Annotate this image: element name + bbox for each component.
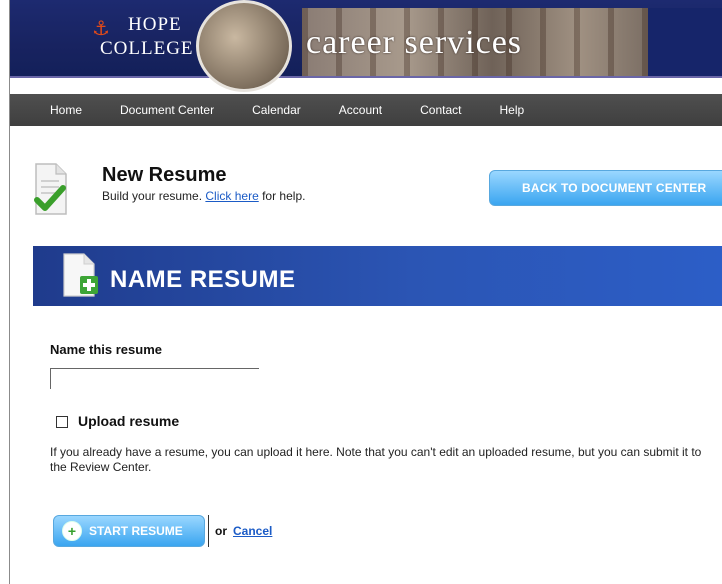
header-circle-photo (196, 0, 292, 92)
or-text: or (215, 524, 227, 538)
hope-college-logo[interactable]: ⚓ HOPE COLLEGE (10, 0, 204, 76)
nav-item-contact[interactable]: Contact (420, 103, 461, 117)
top-nav: Home Document Center Calendar Account Co… (10, 94, 722, 126)
cancel-link[interactable]: Cancel (233, 524, 272, 538)
upload-resume-checkbox[interactable] (56, 416, 68, 428)
career-services-brand: career services (306, 24, 523, 61)
section-title: NAME RESUME (110, 266, 296, 293)
header-accent-line (10, 76, 722, 78)
nav-item-help[interactable]: Help (499, 103, 524, 117)
document-check-icon (34, 163, 67, 215)
start-resume-label: START RESUME (89, 524, 183, 538)
button-separator (208, 515, 209, 547)
banner-right-panel (648, 8, 722, 76)
nav-item-account[interactable]: Account (339, 103, 382, 117)
start-resume-button[interactable]: + START RESUME (53, 515, 205, 547)
left-border (9, 0, 10, 584)
plus-circle-icon: + (62, 521, 82, 541)
logo-line-hope: HOPE (128, 14, 182, 35)
back-to-document-center-button[interactable]: BACK TO DOCUMENT CENTER (489, 170, 722, 206)
subtitle-suffix: for help. (262, 189, 306, 203)
logo-line-college: COLLEGE (100, 38, 194, 59)
help-link[interactable]: Click here (205, 189, 258, 203)
anchor-logo-icon: ⚓ (92, 18, 110, 40)
resume-name-label: Name this resume (50, 342, 162, 357)
upload-resume-label[interactable]: Upload resume (78, 413, 179, 429)
nav-item-document-center[interactable]: Document Center (120, 103, 214, 117)
page-title: New Resume (102, 164, 227, 186)
nav-item-home[interactable]: Home (50, 103, 82, 117)
nav-item-calendar[interactable]: Calendar (252, 103, 301, 117)
page-subtitle: Build your resume. Click here for help. (102, 189, 305, 203)
upload-help-text: If you already have a resume, you can up… (50, 445, 702, 474)
resume-name-input[interactable] (50, 368, 259, 389)
document-add-icon (63, 253, 98, 297)
subtitle-prefix: Build your resume. (102, 189, 203, 203)
